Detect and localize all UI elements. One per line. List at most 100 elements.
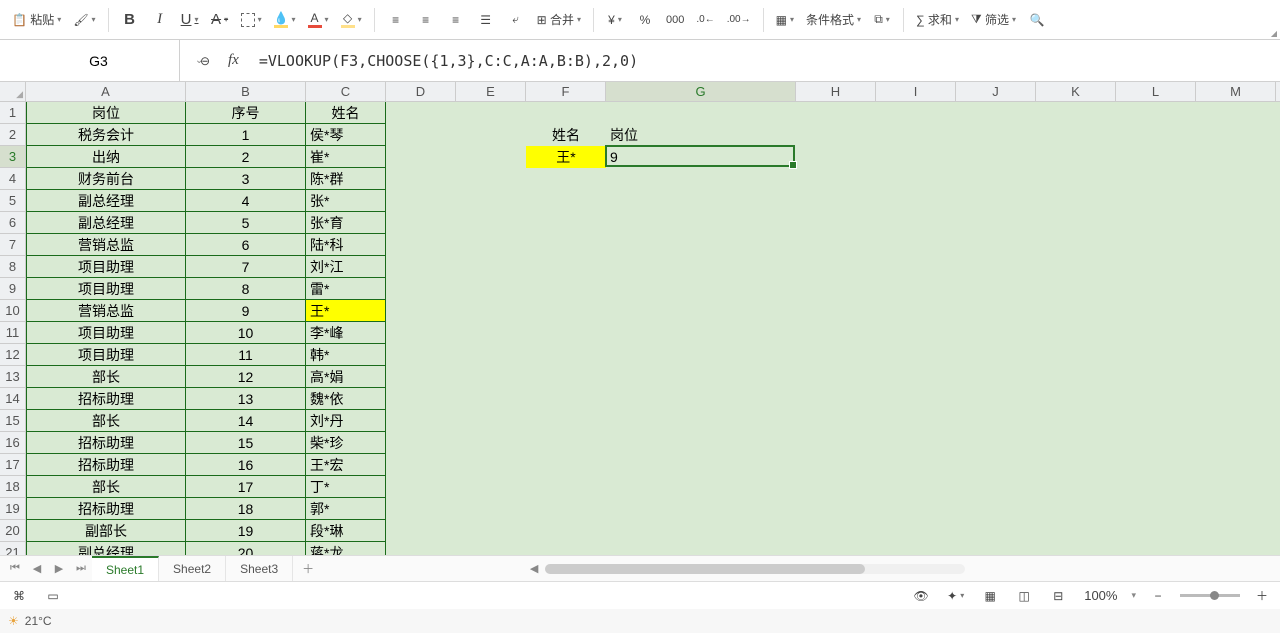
column-header-K[interactable]: K — [1036, 82, 1116, 101]
cell-C16[interactable]: 柴*珍 — [306, 432, 386, 454]
cell-B1[interactable]: 序号 — [186, 102, 306, 124]
row-header-14[interactable]: 14 — [0, 388, 25, 410]
cell-B19[interactable]: 18 — [186, 498, 306, 520]
underline-button[interactable]: U▾ — [177, 7, 203, 33]
cell-C6[interactable]: 张*育 — [306, 212, 386, 234]
sheet-grid[interactable]: ◢ ABCDEFGHIJKLM 123456789101112131415161… — [0, 82, 1280, 555]
bold-button[interactable]: B — [117, 7, 143, 33]
cell-A17[interactable]: 招标助理 — [26, 454, 186, 476]
column-header-H[interactable]: H — [796, 82, 876, 101]
reading-mode-button[interactable]: ▭ — [40, 583, 66, 609]
cell-G2[interactable]: 岗位 — [606, 124, 796, 146]
preview-button[interactable]: 👁 — [909, 585, 933, 607]
cell-B12[interactable]: 11 — [186, 344, 306, 366]
cell-C4[interactable]: 陈*群 — [306, 168, 386, 190]
cell-A13[interactable]: 部长 — [26, 366, 186, 388]
row-header-15[interactable]: 15 — [0, 410, 25, 432]
row-header-12[interactable]: 12 — [0, 344, 25, 366]
row-header-19[interactable]: 19 — [0, 498, 25, 520]
sheet-tab-sheet1[interactable]: Sheet1 — [92, 556, 159, 581]
column-header-E[interactable]: E — [456, 82, 526, 101]
zoom-level[interactable]: 100% — [1080, 588, 1121, 603]
cell-A19[interactable]: 招标助理 — [26, 498, 186, 520]
cell-A4[interactable]: 财务前台 — [26, 168, 186, 190]
cell-B18[interactable]: 17 — [186, 476, 306, 498]
cell-C11[interactable]: 李*峰 — [306, 322, 386, 344]
cell-C12[interactable]: 韩* — [306, 344, 386, 366]
sheet-tab-sheet3[interactable]: Sheet3 — [226, 556, 293, 581]
strikethrough-button[interactable]: A▾ — [207, 7, 233, 33]
column-header-I[interactable]: I — [876, 82, 956, 101]
sum-button[interactable]: ∑ 求和▾ — [912, 7, 963, 33]
row-header-1[interactable]: 1 — [0, 102, 25, 124]
formula-input[interactable] — [251, 48, 1280, 74]
cell-C20[interactable]: 段*琳 — [306, 520, 386, 542]
font-color-button[interactable]: A ▾ — [304, 7, 333, 33]
search-button[interactable]: 🔍 — [1024, 7, 1050, 33]
cell-C13[interactable]: 高*娟 — [306, 366, 386, 388]
cell-C5[interactable]: 张* — [306, 190, 386, 212]
cell-A15[interactable]: 部长 — [26, 410, 186, 432]
cell-A20[interactable]: 副部长 — [26, 520, 186, 542]
cell-A7[interactable]: 营销总监 — [26, 234, 186, 256]
cell-B2[interactable]: 1 — [186, 124, 306, 146]
scrollbar-thumb[interactable] — [545, 564, 865, 574]
cell-A2[interactable]: 税务会计 — [26, 124, 186, 146]
row-header-2[interactable]: 2 — [0, 124, 25, 146]
cell-A18[interactable]: 部长 — [26, 476, 186, 498]
align-center-button[interactable]: ≡ — [413, 7, 439, 33]
paste-button[interactable]: 📋 粘贴 ▾ — [8, 7, 65, 33]
cell-C7[interactable]: 陆*科 — [306, 234, 386, 256]
zoom-in-button[interactable]: ＋ — [1250, 585, 1274, 607]
cell-A9[interactable]: 项目助理 — [26, 278, 186, 300]
merge-button[interactable]: ⊞ 合并 ▾ — [533, 7, 585, 33]
row-header-17[interactable]: 17 — [0, 454, 25, 476]
horizontal-scrollbar[interactable] — [545, 564, 965, 574]
column-header-L[interactable]: L — [1116, 82, 1196, 101]
cell-F2[interactable]: 姓名 — [526, 124, 606, 146]
cell-C8[interactable]: 刘*江 — [306, 256, 386, 278]
percent-button[interactable]: % — [632, 7, 658, 33]
scroll-left-button[interactable]: ◀ — [523, 558, 545, 580]
row-header-9[interactable]: 9 — [0, 278, 25, 300]
cell-B15[interactable]: 14 — [186, 410, 306, 432]
row-header-11[interactable]: 11 — [0, 322, 25, 344]
cell-A8[interactable]: 项目助理 — [26, 256, 186, 278]
cell-A12[interactable]: 项目助理 — [26, 344, 186, 366]
cell-B9[interactable]: 8 — [186, 278, 306, 300]
row-header-21[interactable]: 21 — [0, 542, 25, 555]
cell-B11[interactable]: 10 — [186, 322, 306, 344]
cell-B16[interactable]: 15 — [186, 432, 306, 454]
next-sheet-button[interactable]: ▶ — [48, 558, 70, 580]
cell-C15[interactable]: 刘*丹 — [306, 410, 386, 432]
fill-color-button[interactable]: ◇ ▾ — [337, 7, 366, 33]
column-header-G[interactable]: G — [606, 82, 796, 101]
decrease-decimal-button[interactable]: .00→ — [723, 7, 755, 33]
crop-button[interactable]: ⧉▾ — [869, 7, 895, 33]
cell-B5[interactable]: 4 — [186, 190, 306, 212]
cell-B13[interactable]: 12 — [186, 366, 306, 388]
row-header-16[interactable]: 16 — [0, 432, 25, 454]
row-col-button[interactable]: ▦▾ — [772, 7, 798, 33]
row-header-10[interactable]: 10 — [0, 300, 25, 322]
last-sheet-button[interactable]: ⏭ — [70, 558, 92, 580]
select-all-corner[interactable]: ◢ — [0, 82, 26, 102]
add-sheet-button[interactable]: ＋ — [293, 560, 323, 577]
cell-A11[interactable]: 项目助理 — [26, 322, 186, 344]
currency-button[interactable]: ¥▾ — [602, 7, 628, 33]
column-header-B[interactable]: B — [186, 82, 306, 101]
column-header-A[interactable]: A — [26, 82, 186, 101]
column-header-C[interactable]: C — [306, 82, 386, 101]
normal-view-button[interactable]: ▦ — [978, 585, 1002, 607]
cells-area[interactable]: 岗位序号姓名税务会计1侯*琴出纳2崔*财务前台3陈*群副总经理4张*副总经理5张… — [26, 102, 1280, 555]
cell-A6[interactable]: 副总经理 — [26, 212, 186, 234]
cell-C19[interactable]: 郭* — [306, 498, 386, 520]
cell-B20[interactable]: 19 — [186, 520, 306, 542]
cell-B4[interactable]: 3 — [186, 168, 306, 190]
cell-A14[interactable]: 招标助理 — [26, 388, 186, 410]
row-header-7[interactable]: 7 — [0, 234, 25, 256]
cell-B6[interactable]: 5 — [186, 212, 306, 234]
highlight-color-button[interactable]: 💧 ▾ — [270, 7, 300, 33]
cell-B3[interactable]: 2 — [186, 146, 306, 168]
format-painter-button[interactable]: 🖌 ▾ — [69, 7, 99, 33]
